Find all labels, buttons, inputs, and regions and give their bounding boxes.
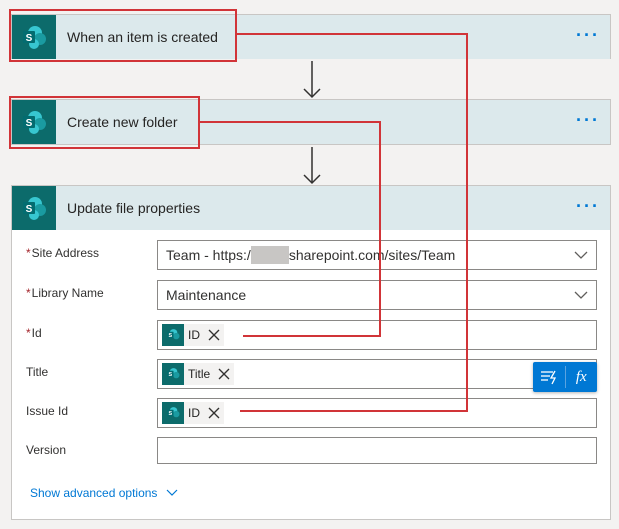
token-label: Title: [188, 367, 211, 381]
dynamic-token-title[interactable]: S Title: [162, 363, 235, 385]
close-icon[interactable]: [204, 325, 224, 345]
dynamic-token-id[interactable]: S ID: [162, 402, 224, 424]
update-file-properties-card[interactable]: S Update file properties ··· *Site Addre…: [11, 185, 611, 520]
required-marker: *: [26, 286, 31, 300]
library-name-label-text: Library Name: [31, 286, 104, 300]
site-address-dropdown[interactable]: Team - https:/ sharepoint.com/sites/Team: [157, 240, 597, 270]
expression-button[interactable]: fx: [565, 362, 597, 392]
expression-toolbar[interactable]: fx: [533, 362, 597, 392]
dynamic-token-id[interactable]: S ID: [162, 324, 224, 346]
library-name-value: Maintenance: [166, 287, 247, 303]
sharepoint-icon: S: [12, 186, 56, 230]
svg-text:S: S: [26, 204, 33, 215]
annotation-line: [379, 121, 381, 337]
dynamic-content-icon[interactable]: [533, 362, 565, 392]
site-address-prefix: Team - https:/: [166, 247, 251, 263]
sharepoint-icon: S: [162, 324, 184, 346]
annotation-line: [243, 335, 381, 337]
update-file-properties-header[interactable]: S Update file properties ···: [12, 186, 610, 230]
annotation-line: [200, 121, 381, 123]
annotation-line: [240, 410, 468, 412]
svg-text:S: S: [169, 333, 173, 339]
required-marker: *: [26, 246, 31, 260]
flow-arrow-icon: [303, 147, 321, 185]
chevron-down-icon: [167, 489, 178, 496]
site-address-suffix: sharepoint.com/sites/Team: [288, 247, 456, 263]
site-address-label: *Site Address: [26, 246, 99, 260]
svg-text:S: S: [169, 411, 173, 417]
advanced-options-label: Show advanced options: [30, 486, 158, 500]
issue-id-label-text: Issue Id: [26, 404, 69, 418]
more-options-button[interactable]: ···: [576, 111, 600, 129]
fx-label: fx: [575, 368, 587, 385]
version-field[interactable]: [157, 437, 597, 464]
title-label-text: Title: [26, 365, 49, 379]
version-label: Version: [26, 443, 66, 457]
library-name-label: *Library Name: [26, 286, 104, 300]
redacted-block: [250, 246, 289, 264]
sharepoint-icon: S: [162, 402, 184, 424]
title-label: Title: [26, 365, 48, 379]
update-file-properties-title: Update file properties: [67, 200, 201, 216]
flow-arrow-icon: [303, 61, 321, 99]
svg-text:S: S: [169, 372, 173, 378]
more-options-button[interactable]: ···: [576, 26, 600, 44]
chevron-down-icon[interactable]: [574, 290, 588, 300]
id-label: *Id: [26, 326, 42, 340]
chevron-down-icon[interactable]: [574, 250, 588, 260]
issue-id-field[interactable]: S ID: [157, 398, 597, 428]
id-label-text: Id: [31, 326, 42, 340]
title-field[interactable]: S Title: [157, 359, 597, 389]
annotation-line: [237, 33, 468, 35]
site-address-label-text: Site Address: [31, 246, 100, 260]
required-marker: *: [26, 326, 31, 340]
annotation-box-create-folder: [9, 96, 200, 149]
token-label: ID: [188, 328, 200, 342]
show-advanced-options-link[interactable]: Show advanced options: [30, 486, 179, 500]
more-options-button[interactable]: ···: [576, 197, 600, 215]
sharepoint-icon: S: [162, 363, 184, 385]
annotation-box-trigger: [9, 9, 237, 62]
version-label-text: Version: [26, 443, 67, 457]
close-icon[interactable]: [214, 364, 234, 384]
library-name-dropdown[interactable]: Maintenance: [157, 280, 597, 310]
close-icon[interactable]: [204, 403, 224, 423]
issue-id-label: Issue Id: [26, 404, 68, 418]
token-label: ID: [188, 406, 200, 420]
annotation-line: [466, 33, 468, 412]
